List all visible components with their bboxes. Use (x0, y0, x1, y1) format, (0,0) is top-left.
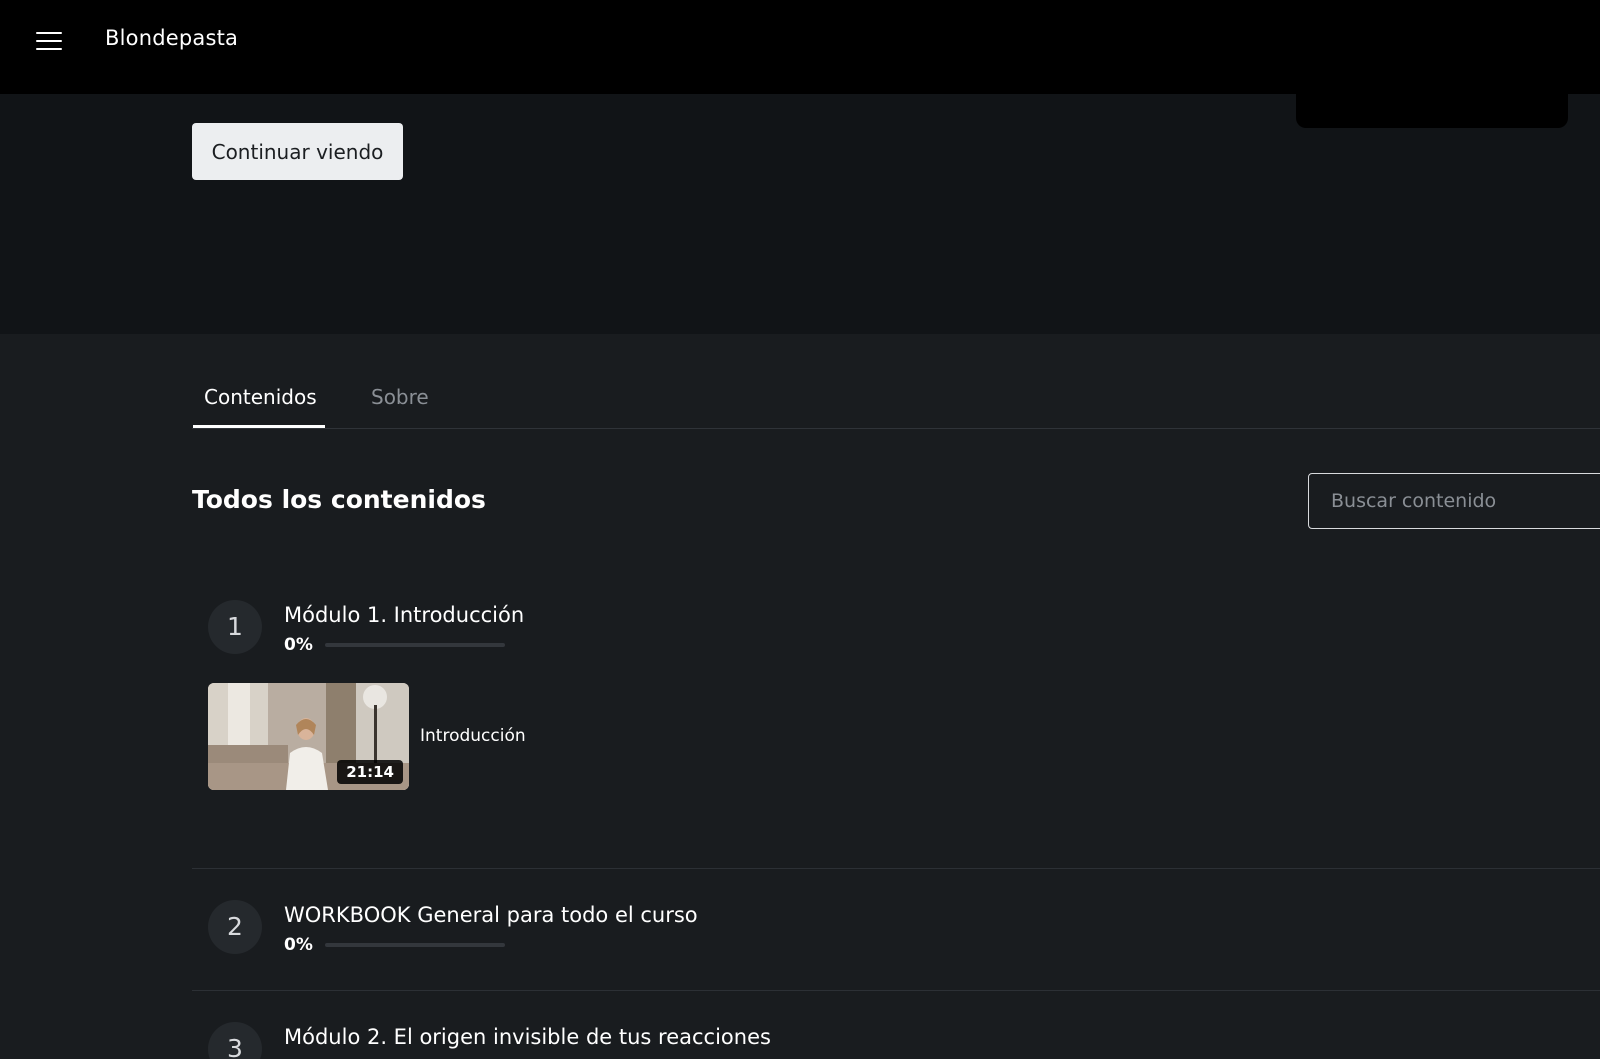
tab-contenidos[interactable]: Contenidos (204, 382, 317, 412)
module-title[interactable]: Módulo 2. El origen invisible de tus rea… (284, 1022, 771, 1052)
module-number-badge: 2 (208, 900, 262, 954)
menu-line (36, 32, 62, 34)
module-progress-label: 0% (284, 935, 313, 955)
module-item[interactable]: 3 Módulo 2. El origen invisible de tus r… (192, 1022, 1600, 1059)
module-title[interactable]: Módulo 1. Introducción (284, 600, 524, 630)
lesson-thumbnail[interactable]: 21:14 (208, 683, 409, 790)
module-title[interactable]: WORKBOOK General para todo el curso (284, 900, 698, 930)
module-divider (192, 990, 1600, 991)
lesson-title[interactable]: Introducción (420, 723, 526, 749)
search-input[interactable] (1308, 473, 1600, 529)
continue-watching-button[interactable]: Continuar viendo (192, 123, 403, 180)
module-item[interactable]: 2 WORKBOOK General para todo el curso 0% (192, 900, 1600, 960)
module-progress-label: 0% (284, 635, 313, 655)
video-duration-badge: 21:14 (337, 760, 403, 784)
active-tab-indicator (193, 425, 325, 428)
hero-section: Continuar viendo (0, 94, 1600, 334)
module-progress-bar (325, 643, 505, 647)
hamburger-menu-icon[interactable] (36, 28, 62, 52)
brand-name[interactable]: Blondepasta (105, 22, 238, 54)
section-title: Todos los contenidos (192, 485, 486, 514)
module-progress-label: 0% (284, 1055, 313, 1059)
tab-sobre[interactable]: Sobre (371, 382, 429, 412)
module-item[interactable]: 1 Módulo 1. Introducción 0% (192, 600, 1600, 660)
menu-line (36, 40, 62, 42)
top-bar: Blondepasta (0, 0, 1600, 94)
module-progress-bar (325, 943, 505, 947)
module-number-badge: 1 (208, 600, 262, 654)
menu-line (36, 48, 62, 50)
module-number-badge: 3 (208, 1022, 262, 1059)
lesson-item[interactable]: 21:14 Introducción (208, 683, 548, 791)
hero-card (1296, 94, 1568, 128)
content-tabs: Contenidos Sobre (192, 360, 1600, 429)
module-divider (192, 868, 1600, 869)
